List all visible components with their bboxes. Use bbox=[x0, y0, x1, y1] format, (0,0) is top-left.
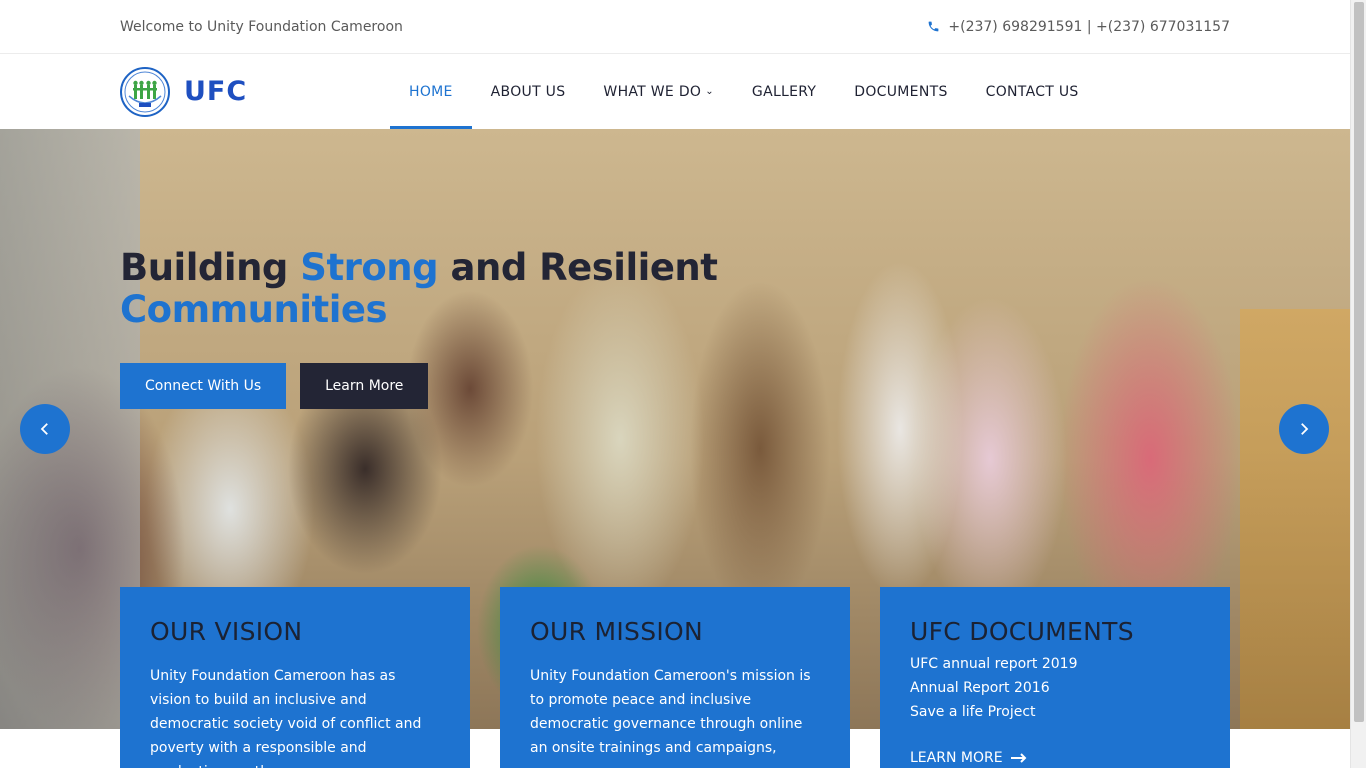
nav-home[interactable]: HOME bbox=[390, 54, 472, 129]
top-bar: Welcome to Unity Foundation Cameroon +(2… bbox=[0, 0, 1350, 54]
hero-title: Building Strong and Resilient Communitie… bbox=[120, 246, 718, 331]
learn-more-button[interactable]: Learn More bbox=[300, 363, 429, 409]
mission-text: Unity Foundation Cameroon's mission is t… bbox=[530, 668, 811, 756]
documents-list: UFC annual report 2019 Annual Report 201… bbox=[910, 652, 1200, 724]
chevron-left-icon bbox=[40, 423, 48, 435]
hero-title-part2: and Resilient bbox=[438, 246, 718, 289]
nav-gallery-label: GALLERY bbox=[751, 83, 817, 100]
connect-button-label: Connect With Us bbox=[145, 378, 262, 394]
welcome-text: Welcome to Unity Foundation Cameroon bbox=[120, 18, 403, 35]
document-link[interactable]: UFC annual report 2019 bbox=[910, 652, 1200, 676]
hero-title-highlight-strong: Strong bbox=[300, 246, 439, 289]
main-nav: HOME ABOUT US WHAT WE DO ⌄ GALLERY DOCUME… bbox=[390, 54, 1098, 129]
documents-learn-more-label: LEARN MORE bbox=[910, 750, 1003, 766]
mission-title: OUR MISSION bbox=[530, 617, 704, 646]
brand-name: UFC bbox=[184, 76, 248, 107]
nav-home-label: HOME bbox=[409, 83, 453, 100]
scrollbar-thumb[interactable] bbox=[1354, 2, 1364, 722]
arrow-right-icon bbox=[1010, 753, 1026, 763]
vision-card: OUR VISION Unity Foundation Cameroon has… bbox=[120, 587, 470, 768]
documents-learn-more-link[interactable]: LEARN MORE bbox=[910, 750, 1200, 766]
learn-more-button-label: Learn More bbox=[325, 378, 404, 394]
chevron-down-icon: ⌄ bbox=[705, 86, 714, 97]
nav-documents[interactable]: DOCUMENTS bbox=[835, 54, 966, 129]
nav-about-label: ABOUT US bbox=[490, 83, 566, 100]
phone-icon bbox=[929, 21, 939, 32]
nav-gallery[interactable]: GALLERY bbox=[733, 54, 835, 129]
phone-numbers: +(237) 698291591 | +(237) 677031157 bbox=[948, 18, 1230, 35]
document-link[interactable]: Annual Report 2016 bbox=[910, 676, 1200, 700]
vision-text: Unity Foundation Cameroon has as vision … bbox=[150, 668, 422, 768]
hero-buttons: Connect With Us Learn More bbox=[120, 363, 429, 409]
slider-prev-button[interactable] bbox=[20, 404, 70, 454]
nav-what-we-do-label: WHAT WE DO bbox=[603, 83, 702, 100]
hero-photo-detail bbox=[1240, 309, 1350, 729]
page: Welcome to Unity Foundation Cameroon +(2… bbox=[0, 0, 1350, 768]
vision-title: OUR VISION bbox=[150, 617, 303, 646]
connect-with-us-button[interactable]: Connect With Us bbox=[120, 363, 287, 409]
nav-about-us[interactable]: ABOUT US bbox=[472, 54, 585, 129]
phone-contact: +(237) 698291591 | +(237) 677031157 bbox=[927, 19, 1230, 35]
chevron-right-icon bbox=[1301, 423, 1309, 435]
page-scrollbar[interactable] bbox=[1350, 0, 1366, 768]
main-navbar: UFC HOME ABOUT US WHAT WE DO ⌄ GALLERY DO… bbox=[0, 54, 1350, 129]
nav-contact-label: CONTACT US bbox=[985, 83, 1079, 100]
nav-contact-us[interactable]: CONTACT US bbox=[967, 54, 1098, 129]
ufc-emblem-icon bbox=[120, 66, 170, 117]
documents-card: UFC DOCUMENTS UFC annual report 2019 Ann… bbox=[880, 587, 1230, 768]
hero-title-part1: Building bbox=[120, 246, 301, 289]
mission-card: OUR MISSION Unity Foundation Cameroon's … bbox=[500, 587, 850, 768]
nav-documents-label: DOCUMENTS bbox=[854, 83, 948, 100]
documents-title: UFC DOCUMENTS bbox=[910, 617, 1134, 646]
info-cards: OUR VISION Unity Foundation Cameroon has… bbox=[120, 587, 1230, 768]
hero-title-highlight-communities: Communities bbox=[120, 288, 388, 331]
site-logo[interactable]: UFC bbox=[120, 66, 390, 117]
nav-what-we-do[interactable]: WHAT WE DO ⌄ bbox=[584, 54, 733, 129]
slider-next-button[interactable] bbox=[1279, 404, 1329, 454]
document-link[interactable]: Save a life Project bbox=[910, 700, 1200, 724]
